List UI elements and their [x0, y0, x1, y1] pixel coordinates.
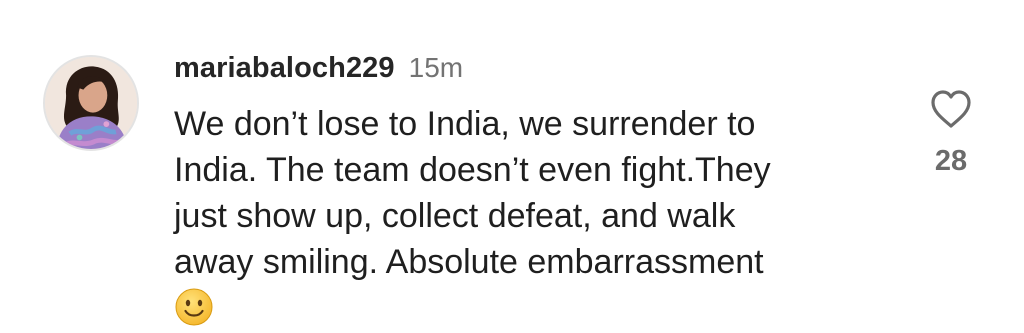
- like-count: 28: [934, 145, 968, 177]
- comment-text-line: India. The team doesn’t even fight.They: [174, 151, 771, 189]
- comment-text-line: away smiling. Absolute embarrassment: [174, 243, 764, 281]
- heart-outline-icon[interactable]: [929, 88, 973, 130]
- comment-header: mariabaloch229 15m: [174, 52, 463, 86]
- comment-item: mariabaloch229 15m We don’t lose to Indi…: [0, 0, 1024, 326]
- avatar[interactable]: [43, 55, 139, 151]
- username[interactable]: mariabaloch229: [174, 52, 395, 85]
- comment-text-line: just show up, collect defeat, and walk: [174, 197, 736, 235]
- like-section: 28: [920, 88, 982, 188]
- timestamp: 15m: [408, 52, 464, 83]
- slightly-smiling-face-icon: [175, 288, 213, 326]
- comment-text: We don’t lose to India, we surrender to …: [174, 101, 874, 333]
- comment-text-line: We don’t lose to India, we surrender to: [174, 105, 756, 143]
- comment-emoji-line: [174, 285, 874, 333]
- avatar-photo: [45, 57, 137, 149]
